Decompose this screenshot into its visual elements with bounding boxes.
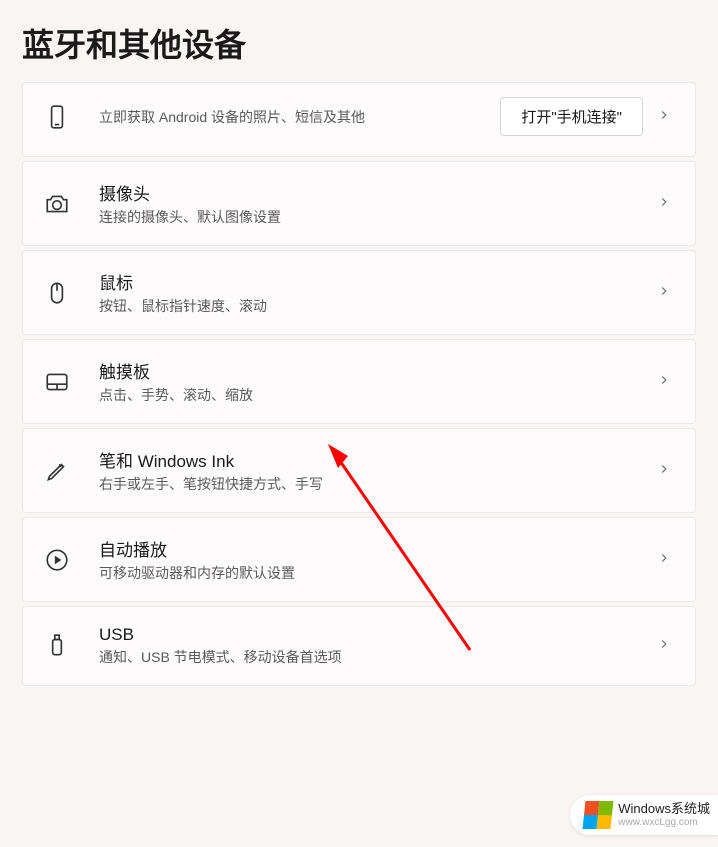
- touchpad-icon: [43, 368, 71, 396]
- item-text: 笔和 Windows Ink 右手或左手、笔按钮快捷方式、手写: [99, 447, 657, 494]
- item-text: 触摸板 点击、手势、滚动、缩放: [99, 358, 657, 405]
- chevron-right-icon: [657, 551, 675, 569]
- watermark-url: www.wxcLgg.com: [618, 817, 710, 828]
- item-subtitle: 按钮、鼠标指针速度、滚动: [99, 296, 657, 316]
- item-title: 笔和 Windows Ink: [99, 447, 657, 472]
- pen-ink-item[interactable]: 笔和 Windows Ink 右手或左手、笔按钮快捷方式、手写: [22, 428, 696, 513]
- item-title: 鼠标: [99, 269, 657, 294]
- item-subtitle: 立即获取 Android 设备的照片、短信及其他: [99, 107, 490, 127]
- phone-link-item[interactable]: 立即获取 Android 设备的照片、短信及其他 打开"手机连接": [22, 82, 696, 157]
- settings-list: 立即获取 Android 设备的照片、短信及其他 打开"手机连接" 摄像头 连接…: [0, 82, 718, 686]
- camera-item[interactable]: 摄像头 连接的摄像头、默认图像设置: [22, 161, 696, 246]
- item-subtitle: 连接的摄像头、默认图像设置: [99, 207, 657, 227]
- item-text: 摄像头 连接的摄像头、默认图像设置: [99, 180, 657, 227]
- chevron-right-icon: [657, 108, 675, 126]
- item-subtitle: 可移动驱动器和内存的默认设置: [99, 563, 657, 583]
- item-text: USB 通知、USB 节电模式、移动设备首选项: [99, 625, 657, 667]
- mouse-item[interactable]: 鼠标 按钮、鼠标指针速度、滚动: [22, 250, 696, 335]
- chevron-right-icon: [657, 373, 675, 391]
- chevron-right-icon: [657, 637, 675, 655]
- item-subtitle: 右手或左手、笔按钮快捷方式、手写: [99, 474, 657, 494]
- autoplay-item[interactable]: 自动播放 可移动驱动器和内存的默认设置: [22, 517, 696, 602]
- windows-logo-icon: [583, 801, 614, 829]
- camera-icon: [43, 190, 71, 218]
- item-title: 自动播放: [99, 536, 657, 561]
- usb-item[interactable]: USB 通知、USB 节电模式、移动设备首选项: [22, 606, 696, 686]
- pen-icon: [43, 457, 71, 485]
- chevron-right-icon: [657, 284, 675, 302]
- page-title: 蓝牙和其他设备: [0, 0, 718, 82]
- usb-icon: [43, 632, 71, 660]
- item-title: USB: [99, 625, 657, 645]
- autoplay-icon: [43, 546, 71, 574]
- item-text: 鼠标 按钮、鼠标指针速度、滚动: [99, 269, 657, 316]
- touchpad-item[interactable]: 触摸板 点击、手势、滚动、缩放: [22, 339, 696, 424]
- item-text: 立即获取 Android 设备的照片、短信及其他: [99, 107, 500, 127]
- chevron-right-icon: [657, 462, 675, 480]
- item-subtitle: 点击、手势、滚动、缩放: [99, 385, 657, 405]
- chevron-right-icon: [657, 195, 675, 213]
- open-phone-link-button[interactable]: 打开"手机连接": [500, 97, 643, 136]
- watermark: Windows系统城 www.wxcLgg.com: [570, 795, 718, 835]
- item-title: 触摸板: [99, 358, 657, 383]
- item-text: 自动播放 可移动驱动器和内存的默认设置: [99, 536, 657, 583]
- mouse-icon: [43, 279, 71, 307]
- phone-icon: [43, 103, 71, 131]
- watermark-title: Windows系统城: [618, 802, 710, 816]
- item-title: 摄像头: [99, 180, 657, 205]
- item-subtitle: 通知、USB 节电模式、移动设备首选项: [99, 647, 657, 667]
